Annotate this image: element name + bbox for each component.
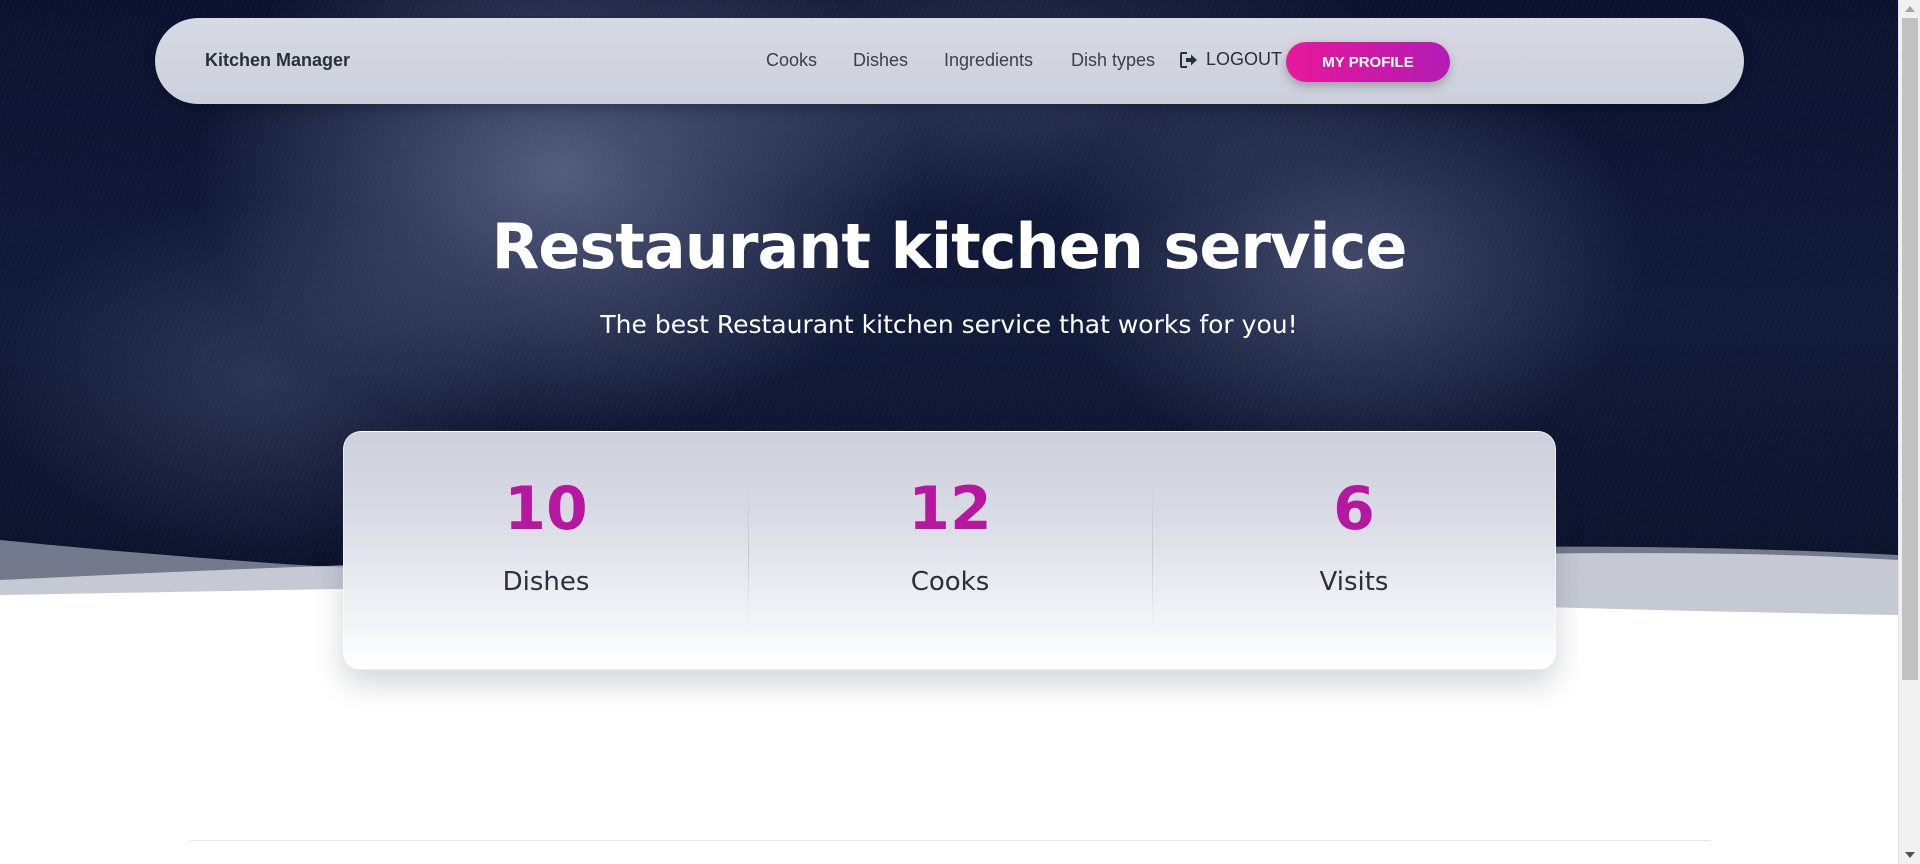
stat-label: Visits: [1319, 567, 1389, 597]
nav-link-dish-types[interactable]: Dish types: [1071, 50, 1155, 71]
stat-dishes: 10 Dishes: [344, 432, 748, 671]
nav-link-cooks[interactable]: Cooks: [766, 50, 817, 71]
stats-card: 10 Dishes 12 Cooks 6 Visits: [343, 431, 1556, 670]
stat-value: 6: [1333, 474, 1375, 544]
logout-link[interactable]: LOGOUT: [1180, 49, 1282, 70]
nav-link-dishes[interactable]: Dishes: [853, 50, 908, 71]
my-profile-button[interactable]: MY PROFILE: [1286, 42, 1450, 82]
logout-label: LOGOUT: [1206, 49, 1283, 69]
scroll-down-arrow-icon[interactable]: [1905, 852, 1915, 858]
stat-cooks: 12 Cooks: [748, 432, 1152, 671]
stat-visits: 6 Visits: [1152, 432, 1556, 671]
stat-label: Cooks: [910, 567, 990, 597]
stat-label: Dishes: [502, 567, 590, 597]
page: Kitchen Manager Cooks Dishes Ingredients…: [0, 0, 1898, 864]
logout-icon: [1180, 51, 1197, 68]
navbar: Kitchen Manager Cooks Dishes Ingredients…: [155, 18, 1744, 104]
scrollbar-thumb[interactable]: [1902, 18, 1918, 680]
vertical-scrollbar[interactable]: [1898, 0, 1920, 864]
stat-value: 12: [908, 474, 992, 544]
hero-subtitle: The best Restaurant kitchen service that…: [600, 310, 1298, 339]
nav-links: Cooks Dishes Ingredients Dish types LOGO…: [155, 18, 1744, 104]
stat-value: 10: [504, 474, 588, 544]
hero-title: Restaurant kitchen service: [491, 210, 1408, 283]
nav-link-ingredients[interactable]: Ingredients: [944, 50, 1033, 71]
section-divider: [190, 840, 1710, 841]
scroll-up-arrow-icon[interactable]: [1905, 6, 1915, 12]
